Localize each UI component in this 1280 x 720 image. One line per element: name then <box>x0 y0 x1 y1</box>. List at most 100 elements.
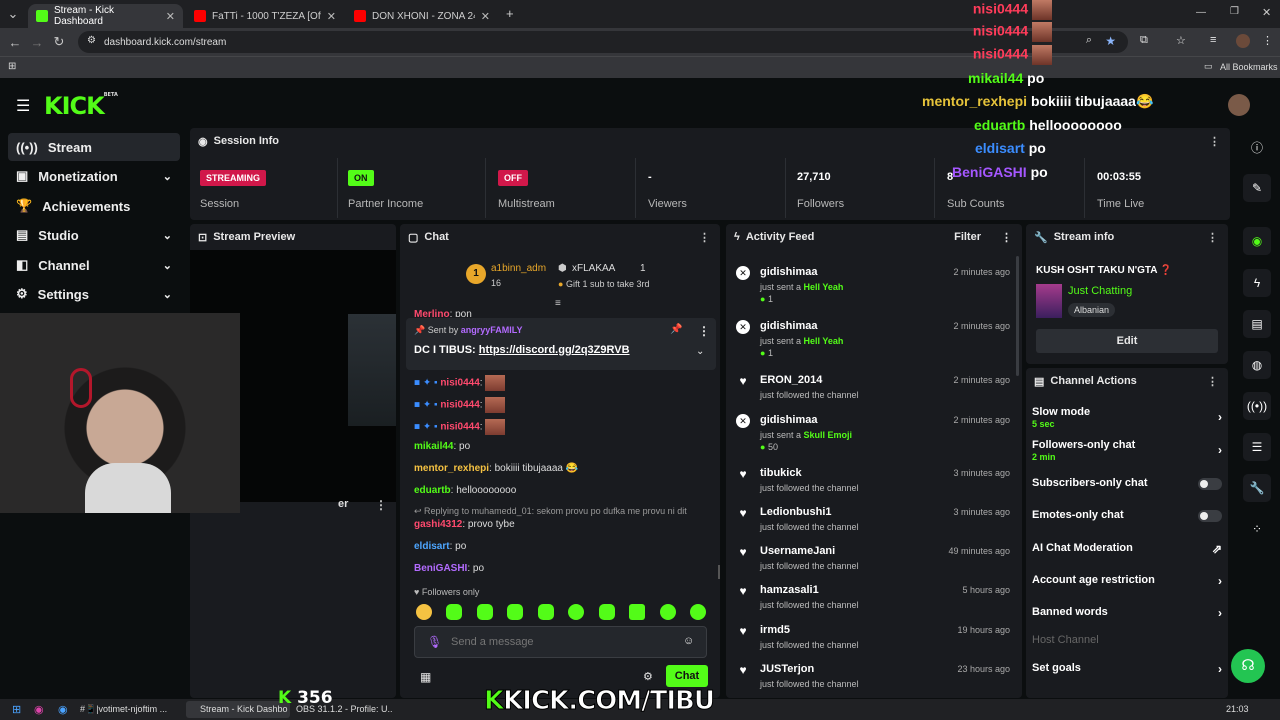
collapse-handle-icon[interactable]: ≡ <box>555 298 561 309</box>
sidebar-item-channel[interactable]: ◧ Channel ⌄ <box>8 251 180 279</box>
emote-icon[interactable] <box>446 604 463 620</box>
activity-item[interactable]: ✕ gidishimaa just sent a Skull Emoji ● 5… <box>736 412 1012 452</box>
app-icon[interactable]: ◉ <box>58 703 68 716</box>
emote-icon[interactable] <box>568 604 585 620</box>
taskbar-item-discord[interactable]: #📱|votimet-njoftim ... <box>80 704 178 715</box>
chat-username[interactable]: mikail44 <box>414 441 453 452</box>
apps-icon[interactable]: ⁘ <box>1243 515 1271 543</box>
back-icon[interactable]: ← <box>4 35 26 50</box>
activity-item[interactable]: ♥ irmd5 just followed the channel 19 hou… <box>736 622 1012 661</box>
kick-logo[interactable]: KICKBETA <box>44 92 118 120</box>
layout-icon[interactable]: ☰ <box>1243 433 1271 461</box>
media-icon[interactable]: ≡ <box>1210 34 1216 46</box>
bookmarks-icon[interactable]: ☆ <box>1176 34 1186 47</box>
pin-icon[interactable]: 📌 <box>670 324 682 335</box>
activity-item[interactable]: ♥ JUSTerjon just followed the channel 23… <box>736 661 1012 700</box>
chat-username[interactable]: gashi4312 <box>414 519 462 530</box>
support-chat-icon[interactable]: ☊ <box>1231 649 1265 683</box>
tab-youtube-2[interactable]: DON XHONI - ZONA 24 - YouT ✕ <box>346 4 498 28</box>
taskbar-item-chrome[interactable]: Stream - Kick Dashbo... <box>200 704 288 714</box>
emote-icon[interactable] <box>629 604 646 620</box>
discord-link[interactable]: https://discord.gg/2q3Z9RVB <box>479 344 630 356</box>
user-avatar[interactable] <box>1228 94 1250 116</box>
sidebar-item-studio[interactable]: ▤ Studio ⌄ <box>8 221 180 249</box>
reload-icon[interactable]: ↻ <box>48 34 70 50</box>
activity-item[interactable]: ♥ Ledionbushi1 just followed the channel… <box>736 504 1012 543</box>
reply-note[interactable]: ↩ Replying to muhamedd_01: sekom provu p… <box>414 506 687 517</box>
emote-icon[interactable] <box>598 604 615 620</box>
camera-icon[interactable]: ◉ <box>1243 227 1271 255</box>
store-icon[interactable]: ▦ <box>420 670 431 684</box>
site-info-icon[interactable]: ⚙ <box>87 35 96 46</box>
microphone-icon[interactable]: 🎙 <box>427 635 442 649</box>
activity-item[interactable]: ♥ tibukick just followed the channel 3 m… <box>736 465 1012 504</box>
tab-kick-dashboard[interactable]: Stream - Kick Dashboard ✕ <box>28 4 183 28</box>
extensions-icon[interactable]: ⧉ <box>1140 34 1148 47</box>
tab-close-icon[interactable]: ✕ <box>481 10 490 23</box>
activity-item[interactable]: ✕ gidishimaa just sent a Hell Yeah ● 1 2… <box>736 318 1012 358</box>
activity-item[interactable]: ♥ UsernameJani just followed the channel… <box>736 543 1012 582</box>
followers-only-row[interactable]: Followers-only chat 2 min › <box>1032 439 1222 462</box>
more-options-icon[interactable]: ⋮ <box>1209 135 1220 148</box>
forward-icon[interactable]: → <box>26 35 48 50</box>
gifter2-name[interactable]: xFLAKAA <box>572 263 615 274</box>
filter-button[interactable]: Filter <box>954 231 981 243</box>
broadcast-icon[interactable]: ((•)) <box>1243 392 1271 420</box>
chat-bubble-icon[interactable]: ◍ <box>1243 351 1271 379</box>
set-goals-row[interactable]: Set goals › <box>1032 662 1222 676</box>
pinned-by-user[interactable]: angryyFAMILY <box>461 325 523 335</box>
minimize-button[interactable]: — <box>1196 7 1206 18</box>
chat-username[interactable]: BeniGASHI <box>414 563 467 574</box>
more-options-icon[interactable]: ⋮ <box>699 231 710 244</box>
age-restriction-row[interactable]: Account age restriction › <box>1032 574 1222 588</box>
preview-more-icon[interactable]: ⋮ <box>375 498 387 512</box>
chat-username[interactable]: nisi0444 <box>440 400 479 411</box>
chat-input[interactable] <box>451 633 671 651</box>
chat-username[interactable]: eduartb <box>414 485 451 496</box>
info-icon[interactable]: ⓘ <box>1243 133 1271 161</box>
close-window-button[interactable]: ✕ <box>1262 6 1271 19</box>
apps-grid-icon[interactable]: ⊞ <box>8 61 16 72</box>
windows-start-icon[interactable]: ⊞ <box>12 703 21 716</box>
lightning-icon[interactable]: ϟ <box>1243 269 1271 297</box>
category-thumbnail[interactable] <box>1036 284 1062 318</box>
banned-words-row[interactable]: Banned words › <box>1032 606 1222 620</box>
more-options-icon[interactable]: ⋮ <box>1207 375 1218 388</box>
emote-icon[interactable] <box>537 604 554 620</box>
url-field[interactable]: ⚙ dashboard.kick.com/stream ⌕ ★ <box>78 31 1128 53</box>
activity-item[interactable]: ✕ gidishimaa just sent a Hell Yeah ● 1 2… <box>736 264 1012 304</box>
emote-icon[interactable] <box>689 604 706 620</box>
wrench-icon[interactable]: 🔧 <box>1243 474 1271 502</box>
emote-icon[interactable] <box>659 604 676 620</box>
activity-scrollbar[interactable] <box>1016 256 1019 376</box>
tab-close-icon[interactable]: ✕ <box>327 10 336 23</box>
chat-scrollbar[interactable] <box>718 565 720 579</box>
chat-username[interactable]: mentor_rexhepi <box>414 463 489 474</box>
ai-moderation-row[interactable]: AI Chat Moderation ⇗ <box>1032 542 1222 556</box>
chat-username[interactable]: nisi0444 <box>440 378 479 389</box>
send-chat-button[interactable]: Chat <box>666 665 708 687</box>
chevron-down-icon[interactable]: ⌄ <box>696 346 704 357</box>
zoom-icon[interactable]: ⌕ <box>1086 34 1092 47</box>
chat-settings-icon[interactable]: ⚙ <box>643 670 653 683</box>
tab-youtube-1[interactable]: FaTTi - 1000 T'ZEZA [Official Vi ✕ <box>186 4 344 28</box>
more-options-icon[interactable]: ⋮ <box>1001 231 1012 244</box>
edit-icon[interactable]: ✎ <box>1243 174 1271 202</box>
app-icon[interactable]: ◉ <box>34 703 44 716</box>
chat-input-box[interactable]: 🎙 ☺ <box>414 626 707 658</box>
subscribers-only-toggle[interactable] <box>1198 478 1222 490</box>
chat-username[interactable]: Merlino <box>414 309 450 317</box>
more-options-icon[interactable]: ⋮ <box>1207 231 1218 244</box>
maximize-button[interactable]: ❐ <box>1230 6 1239 17</box>
notes-icon[interactable]: ▤ <box>1243 310 1271 338</box>
hamburger-menu-icon[interactable]: ☰ <box>16 96 30 116</box>
sidebar-item-stream[interactable]: ((•)) Stream <box>8 133 180 161</box>
sidebar-item-monetization[interactable]: ▣ Monetization ⌄ <box>8 162 180 190</box>
menu-icon[interactable]: ⋮ <box>1262 34 1273 47</box>
all-bookmarks-link[interactable]: All Bookmarks <box>1220 62 1278 72</box>
profile-avatar[interactable] <box>1236 34 1250 48</box>
emote-icon[interactable] <box>416 604 432 620</box>
emote-icon[interactable] <box>476 604 493 620</box>
emotes-only-toggle[interactable] <box>1198 510 1222 522</box>
bookmark-star-icon[interactable]: ★ <box>1105 34 1116 48</box>
